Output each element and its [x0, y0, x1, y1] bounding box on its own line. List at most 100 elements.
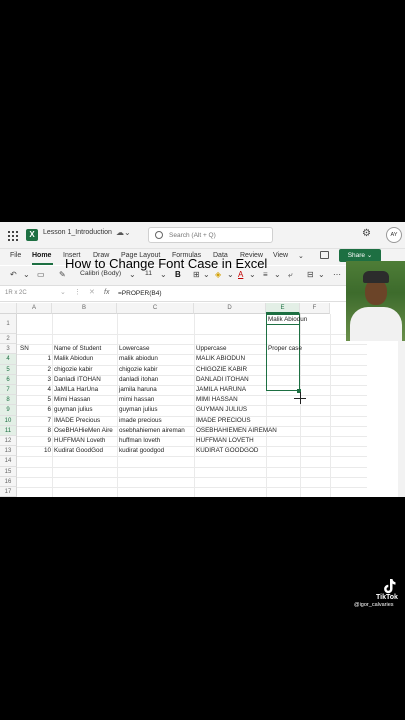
row-header-10[interactable]: 10: [0, 415, 17, 426]
cell-sn[interactable]: 10: [21, 446, 51, 456]
tab-home[interactable]: Home: [32, 252, 51, 259]
cell-lowercase[interactable]: imade precious: [119, 416, 162, 426]
cell-sn[interactable]: 5: [21, 395, 51, 405]
cell-name[interactable]: Kudirat GoodGod: [54, 446, 103, 456]
name-box-dropdown-icon[interactable]: ⌄: [60, 288, 66, 296]
borders-dropdown-icon[interactable]: ⌄: [203, 270, 210, 279]
row-header-16[interactable]: 16: [0, 476, 17, 487]
merge-icon[interactable]: ⊟: [307, 270, 314, 279]
row-header-3[interactable]: 3: [0, 344, 17, 355]
align-dropdown-icon[interactable]: ⌄: [274, 270, 281, 279]
cell-uppercase[interactable]: MALIK ABIODUN: [196, 354, 245, 364]
cell-uppercase[interactable]: JAMILA HARUNA: [196, 385, 246, 395]
row-header-13[interactable]: 13: [0, 446, 17, 457]
cell-uppercase[interactable]: MIMI HASSAN: [196, 395, 238, 405]
fill-color-icon[interactable]: ◈: [215, 270, 221, 279]
row-header-6[interactable]: 6: [0, 374, 17, 385]
cell-name[interactable]: Mimi Hassan: [54, 395, 90, 405]
select-all-corner[interactable]: [0, 303, 17, 314]
row-header-8[interactable]: 8: [0, 395, 17, 406]
cell-sn[interactable]: 4: [21, 385, 51, 395]
borders-icon[interactable]: ⊞: [193, 270, 200, 279]
header-name[interactable]: Name of Student: [54, 344, 101, 354]
size-dropdown-icon[interactable]: ⌄: [160, 270, 167, 279]
column-header-c[interactable]: C: [117, 303, 194, 314]
cancel-formula-icon[interactable]: ✕: [89, 288, 95, 296]
row-header-4[interactable]: 4: [0, 354, 17, 365]
cell-sn[interactable]: 8: [21, 426, 51, 436]
document-title[interactable]: Lesson 1_Introduction: [43, 229, 112, 236]
cell-lowercase[interactable]: kudirat goodgod: [119, 446, 164, 456]
function-icon[interactable]: fx: [104, 289, 109, 296]
search-input[interactable]: [169, 229, 269, 241]
row-header-1[interactable]: 1: [0, 314, 17, 334]
cell-uppercase[interactable]: GUYMAN JULIUS: [196, 405, 247, 415]
cell-name[interactable]: guyman julius: [54, 405, 93, 415]
font-color-icon[interactable]: A: [238, 270, 243, 279]
autosave-icon[interactable]: ☁⌄: [116, 228, 131, 237]
format-painter-icon[interactable]: ✎: [59, 270, 66, 279]
cell-lowercase[interactable]: danladi itohan: [119, 375, 158, 385]
row-header-17[interactable]: 17: [0, 487, 17, 497]
font-color-dropdown-icon[interactable]: ⌄: [249, 270, 256, 279]
cell-sn[interactable]: 7: [21, 416, 51, 426]
cell-name[interactable]: chigozie kabir: [54, 365, 93, 375]
undo-icon[interactable]: ↶: [10, 270, 17, 279]
row-header-14[interactable]: 14: [0, 456, 17, 467]
cell-uppercase[interactable]: IMADE PRECIOUS: [196, 416, 251, 426]
more-formula-icon[interactable]: ⋮: [74, 288, 81, 296]
cell-name[interactable]: Malik Abiodun: [54, 354, 93, 364]
row-header-11[interactable]: 11: [0, 425, 17, 436]
cell-uppercase[interactable]: CHIGOZIE KABIR: [196, 365, 247, 375]
cell-lowercase[interactable]: jamila haruna: [119, 385, 157, 395]
row-header-2[interactable]: 2: [0, 334, 17, 345]
cell-sn[interactable]: 3: [21, 375, 51, 385]
cell-lowercase[interactable]: osebhahiemen aireman: [119, 426, 185, 436]
cell-lowercase[interactable]: guyman julius: [119, 405, 158, 415]
avatar[interactable]: AY: [386, 227, 402, 243]
more-options-icon[interactable]: ⋯: [333, 270, 341, 279]
fill-dropdown-icon[interactable]: ⌄: [227, 270, 234, 279]
tab-view[interactable]: View: [273, 252, 288, 259]
column-header-d[interactable]: D: [194, 303, 266, 314]
cell-name[interactable]: JaMILa HarUna: [54, 385, 98, 395]
clipboard-icon[interactable]: ▭: [37, 270, 45, 279]
cell-lowercase[interactable]: malik abiodun: [119, 354, 158, 364]
row-header-5[interactable]: 5: [0, 364, 17, 375]
header-lowercase[interactable]: Lowercase: [119, 344, 149, 354]
formula-input[interactable]: =PROPER(B4): [118, 290, 162, 297]
settings-gear-icon[interactable]: ⚙: [362, 228, 371, 239]
column-header-e[interactable]: E: [266, 303, 300, 314]
cell-sn[interactable]: 1: [21, 354, 51, 364]
cell-sn[interactable]: 2: [21, 365, 51, 375]
cell-name[interactable]: OseBHAHieMen Aire: [54, 426, 113, 436]
header-proper-case[interactable]: Proper case: [268, 344, 302, 354]
bold-button[interactable]: B: [175, 270, 181, 279]
row-header-9[interactable]: 9: [0, 405, 17, 416]
align-icon[interactable]: ≡: [263, 270, 268, 279]
cell-uppercase[interactable]: KUDIRAT GOODGOD: [196, 446, 258, 456]
header-uppercase[interactable]: Uppercase: [196, 344, 226, 354]
cell-uppercase[interactable]: OSEBHAHIEMEN AIREMAN: [196, 426, 277, 436]
cell-name[interactable]: Danladi ITOHAN: [54, 375, 101, 385]
cell-uppercase[interactable]: DANLADI ITOHAN: [196, 375, 249, 385]
row-header-7[interactable]: 7: [0, 385, 17, 396]
cell-sn[interactable]: 6: [21, 405, 51, 415]
wrap-text-icon[interactable]: ⤶: [288, 270, 292, 280]
merge-dropdown-icon[interactable]: ⌄: [318, 270, 325, 279]
comments-icon[interactable]: [320, 251, 329, 259]
font-dropdown-icon[interactable]: ⌄: [129, 270, 136, 279]
more-tabs-chevron-icon[interactable]: ⌄: [298, 252, 304, 260]
cell-lowercase[interactable]: huffman loveth: [119, 436, 160, 446]
tab-file[interactable]: File: [10, 252, 21, 259]
undo-dropdown-icon[interactable]: ⌄: [23, 270, 30, 279]
column-header-a[interactable]: A: [17, 303, 52, 314]
cell-lowercase[interactable]: mimi hassan: [119, 395, 154, 405]
cell-uppercase[interactable]: HUFFMAN LOVETH: [196, 436, 254, 446]
app-launcher-icon[interactable]: [8, 231, 18, 241]
name-box[interactable]: 1R x 2C: [5, 290, 27, 296]
cell-name[interactable]: IMADE Precious: [54, 416, 100, 426]
row-header-15[interactable]: 15: [0, 466, 17, 477]
row-header-12[interactable]: 12: [0, 436, 17, 447]
cell-name[interactable]: HUFFMAN Loveth: [54, 436, 105, 446]
